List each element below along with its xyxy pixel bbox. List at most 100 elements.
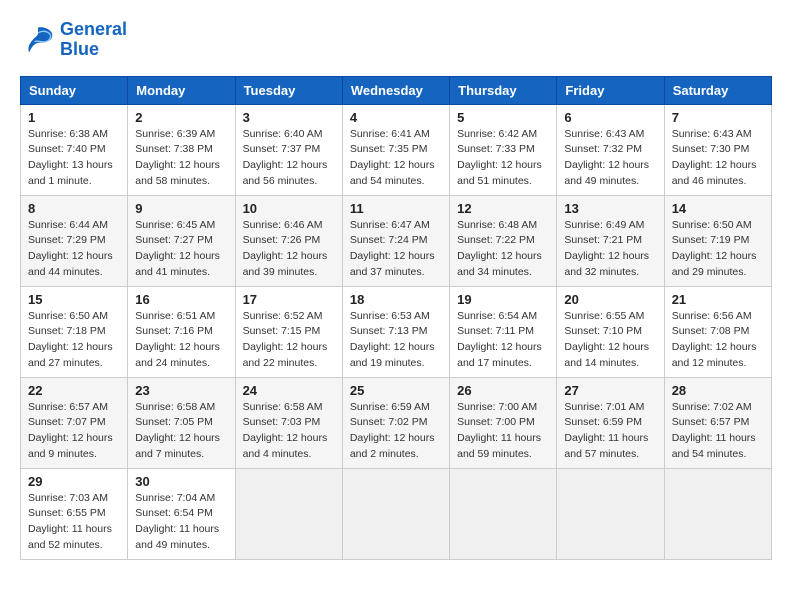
- day-number: 4: [350, 110, 442, 125]
- day-number: 18: [350, 292, 442, 307]
- day-number: 27: [564, 383, 656, 398]
- day-number: 9: [135, 201, 227, 216]
- day-info: Sunrise: 6:40 AM Sunset: 7:37 PM Dayligh…: [243, 127, 335, 190]
- calendar-cell: 3Sunrise: 6:40 AM Sunset: 7:37 PM Daylig…: [235, 104, 342, 195]
- day-number: 24: [243, 383, 335, 398]
- calendar-cell: 6 Sunrise: 6:43 AM Sunset: 7:32 PM Daylig…: [557, 104, 664, 195]
- day-number: 28: [672, 383, 764, 398]
- calendar-cell: 13 Sunrise: 6:49 AM Sunset: 7:21 PM Dayli…: [557, 195, 664, 286]
- logo-text: General: [60, 20, 127, 40]
- column-header-monday: Monday: [128, 76, 235, 104]
- day-number: 12: [457, 201, 549, 216]
- day-number: 26: [457, 383, 549, 398]
- day-info: Sunrise: 6:46 AM Sunset: 7:26 PM Dayligh…: [243, 218, 335, 281]
- calendar-cell: 4 Sunrise: 6:41 AM Sunset: 7:35 PM Daylig…: [342, 104, 449, 195]
- calendar-cell: 12 Sunrise: 6:48 AM Sunset: 7:22 PM Dayli…: [450, 195, 557, 286]
- calendar-week-row: 1 Sunrise: 6:38 AM Sunset: 7:40 PM Daylig…: [21, 104, 772, 195]
- day-number: 14: [672, 201, 764, 216]
- calendar-cell: 8 Sunrise: 6:44 AM Sunset: 7:29 PM Daylig…: [21, 195, 128, 286]
- day-info: Sunrise: 6:50 AM Sunset: 7:18 PM Dayligh…: [28, 309, 120, 372]
- day-number: 6: [564, 110, 656, 125]
- day-number: 1: [28, 110, 120, 125]
- calendar-cell: 2Sunrise: 6:39 AM Sunset: 7:38 PM Daylig…: [128, 104, 235, 195]
- day-number: 16: [135, 292, 227, 307]
- day-info: Sunrise: 6:41 AM Sunset: 7:35 PM Dayligh…: [350, 127, 442, 190]
- day-info: Sunrise: 6:42 AM Sunset: 7:33 PM Dayligh…: [457, 127, 549, 190]
- day-info: Sunrise: 6:45 AM Sunset: 7:27 PM Dayligh…: [135, 218, 227, 281]
- day-info: Sunrise: 6:59 AM Sunset: 7:02 PM Dayligh…: [350, 400, 442, 463]
- day-info: Sunrise: 7:00 AM Sunset: 7:00 PM Dayligh…: [457, 400, 549, 463]
- day-number: 25: [350, 383, 442, 398]
- calendar-cell: 26 Sunrise: 7:00 AM Sunset: 7:00 PM Dayli…: [450, 377, 557, 468]
- day-info: Sunrise: 6:55 AM Sunset: 7:10 PM Dayligh…: [564, 309, 656, 372]
- calendar-cell: 18 Sunrise: 6:53 AM Sunset: 7:13 PM Dayli…: [342, 286, 449, 377]
- day-number: 11: [350, 201, 442, 216]
- calendar-cell: 25 Sunrise: 6:59 AM Sunset: 7:02 PM Dayli…: [342, 377, 449, 468]
- calendar-cell: 22 Sunrise: 6:57 AM Sunset: 7:07 PM Dayli…: [21, 377, 128, 468]
- day-number: 30: [135, 474, 227, 489]
- logo-text-blue: Blue: [60, 40, 127, 60]
- calendar-cell: 27Sunrise: 7:01 AM Sunset: 6:59 PM Dayli…: [557, 377, 664, 468]
- day-info: Sunrise: 6:57 AM Sunset: 7:07 PM Dayligh…: [28, 400, 120, 463]
- calendar-cell: 23 Sunrise: 6:58 AM Sunset: 7:05 PM Dayli…: [128, 377, 235, 468]
- calendar-cell: 15 Sunrise: 6:50 AM Sunset: 7:18 PM Dayli…: [21, 286, 128, 377]
- calendar-cell: 17Sunrise: 6:52 AM Sunset: 7:15 PM Dayli…: [235, 286, 342, 377]
- logo-bird-icon: [20, 24, 56, 56]
- calendar-cell: 28Sunrise: 7:02 AM Sunset: 6:57 PM Dayli…: [664, 377, 771, 468]
- column-header-tuesday: Tuesday: [235, 76, 342, 104]
- day-number: 13: [564, 201, 656, 216]
- calendar-cell: [450, 468, 557, 559]
- day-number: 7: [672, 110, 764, 125]
- calendar-week-row: 22 Sunrise: 6:57 AM Sunset: 7:07 PM Dayli…: [21, 377, 772, 468]
- day-info: Sunrise: 6:53 AM Sunset: 7:13 PM Dayligh…: [350, 309, 442, 372]
- day-info: Sunrise: 6:43 AM Sunset: 7:32 PM Dayligh…: [564, 127, 656, 190]
- calendar-cell: [557, 468, 664, 559]
- calendar-cell: 30 Sunrise: 7:04 AM Sunset: 6:54 PM Dayli…: [128, 468, 235, 559]
- calendar-week-row: 15 Sunrise: 6:50 AM Sunset: 7:18 PM Dayli…: [21, 286, 772, 377]
- logo: General Blue: [20, 20, 127, 60]
- day-number: 10: [243, 201, 335, 216]
- day-info: Sunrise: 6:54 AM Sunset: 7:11 PM Dayligh…: [457, 309, 549, 372]
- day-number: 2: [135, 110, 227, 125]
- day-number: 22: [28, 383, 120, 398]
- day-number: 21: [672, 292, 764, 307]
- calendar-cell: 21Sunrise: 6:56 AM Sunset: 7:08 PM Dayli…: [664, 286, 771, 377]
- calendar-cell: 7 Sunrise: 6:43 AM Sunset: 7:30 PM Daylig…: [664, 104, 771, 195]
- calendar-cell: [235, 468, 342, 559]
- day-number: 23: [135, 383, 227, 398]
- page-header: General Blue: [20, 20, 772, 60]
- calendar-cell: 29 Sunrise: 7:03 AM Sunset: 6:55 PM Dayli…: [21, 468, 128, 559]
- day-info: Sunrise: 6:58 AM Sunset: 7:03 PM Dayligh…: [243, 400, 335, 463]
- calendar-cell: 5 Sunrise: 6:42 AM Sunset: 7:33 PM Daylig…: [450, 104, 557, 195]
- calendar-table: SundayMondayTuesdayWednesdayThursdayFrid…: [20, 76, 772, 560]
- day-number: 5: [457, 110, 549, 125]
- calendar-cell: [664, 468, 771, 559]
- day-info: Sunrise: 6:48 AM Sunset: 7:22 PM Dayligh…: [457, 218, 549, 281]
- day-number: 19: [457, 292, 549, 307]
- day-info: Sunrise: 6:49 AM Sunset: 7:21 PM Dayligh…: [564, 218, 656, 281]
- day-number: 15: [28, 292, 120, 307]
- day-info: Sunrise: 7:03 AM Sunset: 6:55 PM Dayligh…: [28, 491, 120, 554]
- calendar-cell: 10 Sunrise: 6:46 AM Sunset: 7:26 PM Dayli…: [235, 195, 342, 286]
- day-info: Sunrise: 6:47 AM Sunset: 7:24 PM Dayligh…: [350, 218, 442, 281]
- column-header-friday: Friday: [557, 76, 664, 104]
- calendar-cell: 14 Sunrise: 6:50 AM Sunset: 7:19 PM Dayli…: [664, 195, 771, 286]
- calendar-cell: [342, 468, 449, 559]
- calendar-header-row: SundayMondayTuesdayWednesdayThursdayFrid…: [21, 76, 772, 104]
- day-info: Sunrise: 6:44 AM Sunset: 7:29 PM Dayligh…: [28, 218, 120, 281]
- calendar-cell: 9 Sunrise: 6:45 AM Sunset: 7:27 PM Daylig…: [128, 195, 235, 286]
- calendar-week-row: 29 Sunrise: 7:03 AM Sunset: 6:55 PM Dayli…: [21, 468, 772, 559]
- day-info: Sunrise: 6:50 AM Sunset: 7:19 PM Dayligh…: [672, 218, 764, 281]
- calendar-week-row: 8 Sunrise: 6:44 AM Sunset: 7:29 PM Daylig…: [21, 195, 772, 286]
- day-number: 29: [28, 474, 120, 489]
- day-info: Sunrise: 6:38 AM Sunset: 7:40 PM Dayligh…: [28, 127, 120, 190]
- calendar-cell: 20Sunrise: 6:55 AM Sunset: 7:10 PM Dayli…: [557, 286, 664, 377]
- day-number: 8: [28, 201, 120, 216]
- column-header-wednesday: Wednesday: [342, 76, 449, 104]
- day-info: Sunrise: 7:04 AM Sunset: 6:54 PM Dayligh…: [135, 491, 227, 554]
- calendar-cell: 19 Sunrise: 6:54 AM Sunset: 7:11 PM Dayli…: [450, 286, 557, 377]
- column-header-saturday: Saturday: [664, 76, 771, 104]
- day-info: Sunrise: 6:58 AM Sunset: 7:05 PM Dayligh…: [135, 400, 227, 463]
- day-info: Sunrise: 6:43 AM Sunset: 7:30 PM Dayligh…: [672, 127, 764, 190]
- calendar-cell: 24 Sunrise: 6:58 AM Sunset: 7:03 PM Dayli…: [235, 377, 342, 468]
